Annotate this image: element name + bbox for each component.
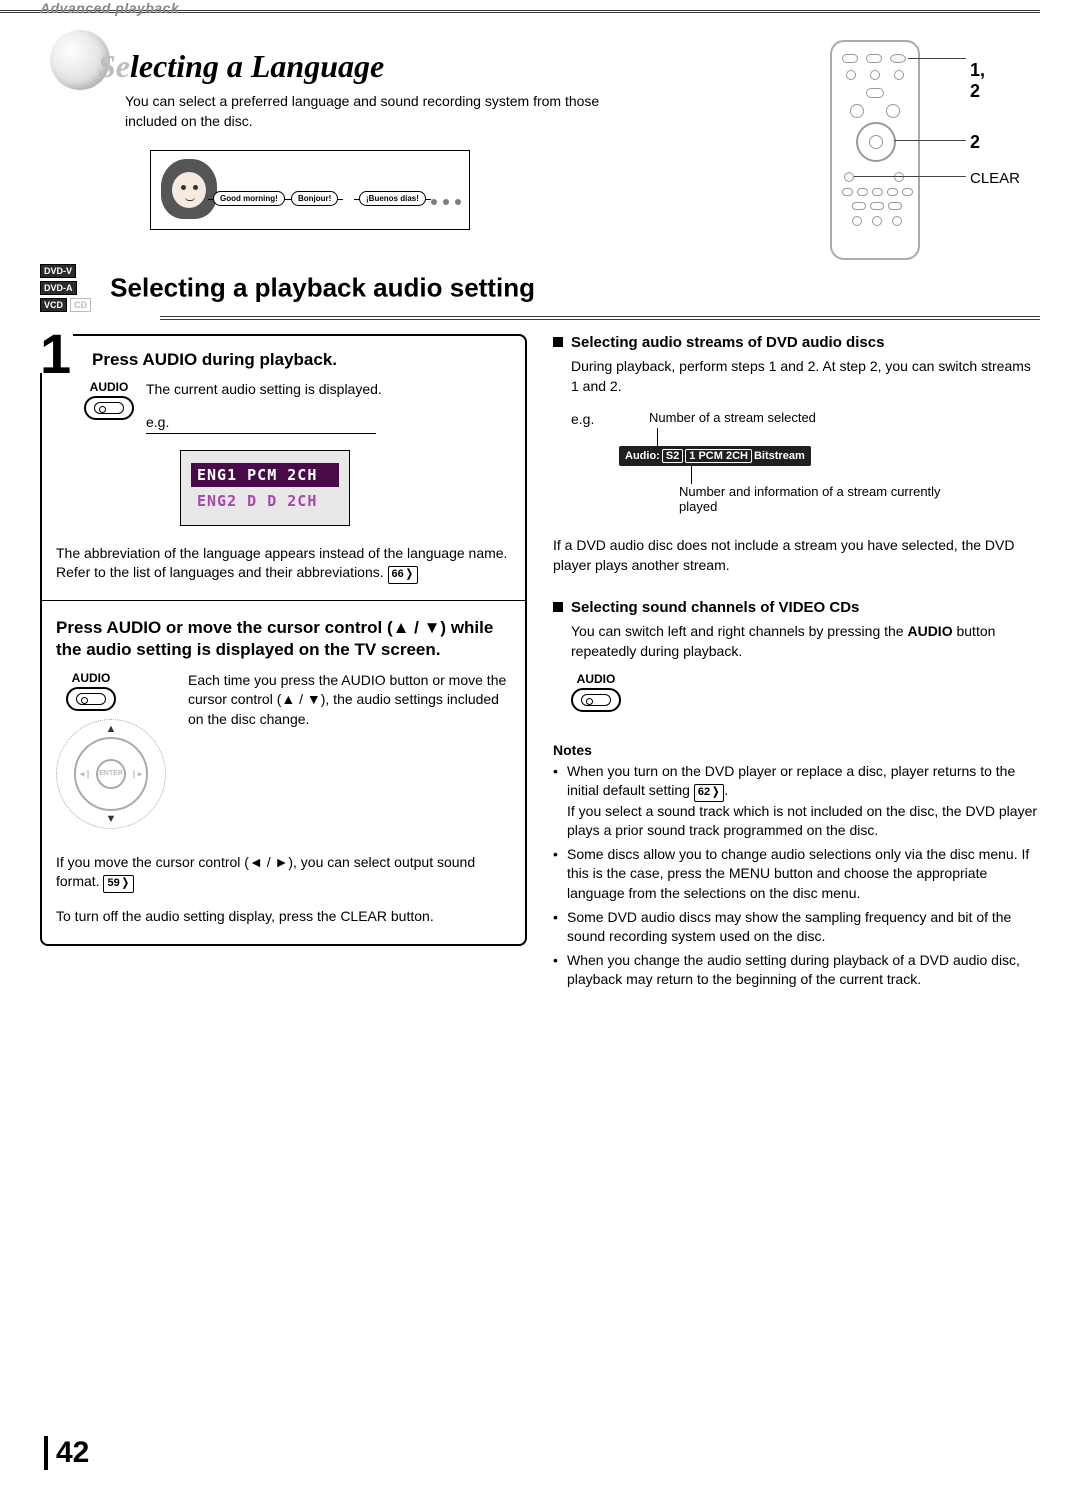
step-divider	[42, 600, 525, 601]
left-column: 1 Press AUDIO during playback. AUDIO The…	[40, 334, 527, 994]
face-icon	[161, 159, 217, 219]
ellipsis-dots-icon	[431, 199, 461, 205]
bar-mid: 1 PCM 2CH	[685, 449, 752, 463]
speech-bubble: Bonjour!	[291, 191, 338, 206]
eg-label: e.g.	[571, 410, 594, 430]
remote-diagram: 1, 2 2 CLEAR	[830, 40, 920, 260]
pointer-line	[691, 466, 692, 484]
audio-button-icon: AUDIO	[66, 671, 116, 711]
audio-button-icon: AUDIO	[84, 380, 134, 420]
right-h1: Selecting audio streams of DVD audio dis…	[553, 334, 1040, 351]
step-number-1: 1	[38, 334, 73, 373]
enter-hub: ENTER	[96, 759, 126, 789]
pointer-label-2: Number and information of a stream curre…	[679, 484, 949, 514]
arrow-up-icon: ▲	[106, 723, 117, 735]
page-content: Selecting a Language You can select a pr…	[40, 20, 1040, 1476]
right-p2: If a DVD audio disc does not include a s…	[553, 536, 1040, 575]
step1-note-text: The abbreviation of the language appears…	[56, 545, 507, 581]
audio-label: AUDIO	[571, 672, 621, 686]
audio-label: AUDIO	[84, 380, 134, 394]
speech-bubble: Good morning!	[213, 191, 285, 206]
remote-outline	[830, 40, 920, 260]
osd-line-unselected: ENG2 D D 2CH	[191, 489, 339, 513]
note-item: When you turn on the DVD player or repla…	[553, 762, 1040, 841]
disc-badges: DVD-V DVD-A VCD CD	[40, 264, 106, 312]
right-column: Selecting audio streams of DVD audio dis…	[553, 334, 1040, 994]
step-box: 1 Press AUDIO during playback. AUDIO The…	[40, 334, 527, 946]
osd-line-selected: ENG1 PCM 2CH	[191, 463, 339, 487]
step2-note-b: If you move the cursor control (◄ / ►), …	[56, 853, 511, 893]
notes-heading: Notes	[553, 742, 1040, 758]
step2-heading: Press AUDIO or move the cursor control (…	[56, 617, 511, 661]
bar-suffix: Bitstream	[754, 450, 805, 462]
title-rest: lecting a Language	[130, 48, 384, 84]
page-ref-62: 62	[694, 784, 724, 801]
columns: 1 Press AUDIO during playback. AUDIO The…	[40, 334, 1040, 994]
osd-display: ENG1 PCM 2CH ENG2 D D 2CH	[180, 450, 350, 526]
section-tab: Advanced playback	[40, 0, 179, 16]
arrow-down-icon: ▼	[106, 813, 117, 825]
arrow-right-icon: ∥►	[132, 769, 144, 778]
pointer-label-1: Number of a stream selected	[649, 410, 816, 425]
right-p1: During playback, perform steps 1 and 2. …	[571, 357, 1040, 396]
page-number: 42	[44, 1436, 89, 1470]
note-item: Some discs allow you to change audio sel…	[553, 845, 1040, 904]
note-item: Some DVD audio discs may show the sampli…	[553, 908, 1040, 947]
notes-list: When you turn on the DVD player or repla…	[553, 762, 1040, 990]
eg-label: e.g.	[146, 414, 376, 434]
title-description: You can select a preferred language and …	[125, 92, 645, 131]
right-p3: You can switch left and right channels b…	[571, 622, 1040, 661]
arrow-left-icon: ◄∥	[78, 769, 90, 778]
speech-bubble: ¡Buenos días!	[359, 191, 426, 206]
page-ref-66: 66	[388, 566, 418, 583]
section-underline	[160, 316, 1040, 320]
audio-label: AUDIO	[66, 671, 116, 685]
square-bullet-icon	[553, 602, 563, 612]
audio-button-icon: AUDIO	[571, 672, 621, 712]
page-ref-59: 59	[103, 875, 133, 892]
square-bullet-icon	[553, 337, 563, 347]
badge-vcd: VCD	[40, 298, 67, 312]
step2-desc: Each time you press the AUDIO button or …	[188, 671, 511, 730]
stream-bar: Audio: S2 1 PCM 2CH Bitstream	[619, 446, 811, 466]
remote-callout-2: 2	[970, 132, 980, 153]
remote-callout-12: 1, 2	[970, 60, 985, 102]
section-title: Selecting a playback audio setting	[110, 273, 535, 303]
title-prefix: Se	[98, 48, 130, 84]
bar-prefix: Audio:	[625, 450, 660, 462]
badge-dvdv: DVD-V	[40, 264, 76, 278]
note-item: When you change the audio setting during…	[553, 951, 1040, 990]
pointer-line	[657, 428, 658, 446]
remote-callout-clear: CLEAR	[970, 170, 1020, 187]
bar-s2: S2	[662, 449, 683, 463]
greeting-illustration: Good morning! Bonjour! ¡Buenos días!	[150, 150, 470, 230]
step1-desc: The current audio setting is displayed.	[146, 380, 511, 400]
right-h2: Selecting sound channels of VIDEO CDs	[553, 599, 1040, 616]
step1-heading: Press AUDIO during playback.	[92, 350, 511, 370]
step1-note: The abbreviation of the language appears…	[56, 544, 511, 584]
section-heading: DVD-V DVD-A VCD CD Selecting a playback …	[40, 264, 1040, 320]
title-row: Selecting a Language You can select a pr…	[40, 20, 1040, 260]
cursor-control-icon: ENTER ▲ ▼ ◄∥ ∥►	[56, 719, 166, 829]
badge-dvda: DVD-A	[40, 281, 77, 295]
badge-cd: CD	[70, 298, 91, 312]
page-title: Selecting a Language	[98, 48, 384, 85]
step2-note-c: To turn off the audio setting display, p…	[56, 907, 511, 927]
